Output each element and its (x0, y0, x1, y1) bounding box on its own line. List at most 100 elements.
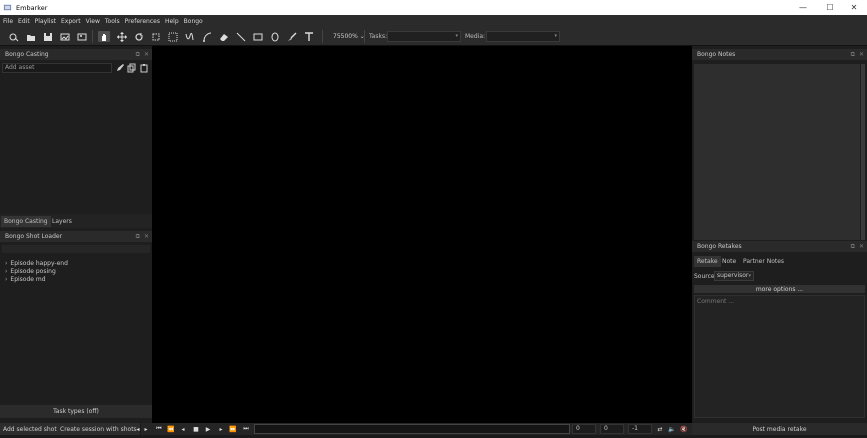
curve-tool-icon[interactable] (201, 31, 213, 42)
media-dropdown[interactable]: ▾ (486, 31, 560, 42)
mute-icon[interactable]: 🔇 (679, 424, 689, 434)
close-icon[interactable]: ✕ (859, 243, 864, 251)
task-types-label: Task types (off) (53, 408, 99, 415)
float-icon[interactable]: ⧉ (851, 51, 855, 59)
chevron-right-icon: › (5, 268, 8, 275)
add-selected-shots-button[interactable]: Add selected shots (0, 423, 64, 435)
copy-icon[interactable] (126, 62, 138, 73)
shot-loader-filter[interactable] (2, 245, 150, 253)
menu-view[interactable]: View (86, 18, 100, 25)
freehand-tool-icon[interactable] (184, 31, 196, 42)
hand-tool-icon[interactable] (98, 31, 110, 42)
title-bar: Embarker — ☐ ✕ (0, 0, 867, 15)
volume-icon[interactable]: 🔈 (667, 424, 677, 434)
menu-tools[interactable]: Tools (105, 18, 120, 25)
close-button[interactable]: ✕ (841, 0, 867, 15)
line-tool-icon[interactable] (235, 31, 247, 42)
menu-file[interactable]: File (3, 18, 13, 25)
tree-item-episode[interactable]: › Episode happy-end (5, 260, 68, 267)
next-key-icon[interactable]: ⏩ (228, 424, 238, 434)
retakes-panel-header: Bongo Retakes ⧉ ✕ (692, 241, 867, 252)
tree-item-episode[interactable]: › Episode md (5, 276, 46, 283)
edit-icon[interactable] (114, 62, 126, 73)
source-dropdown[interactable]: supervisor ▾ (714, 271, 754, 281)
end-frame-value: -1 (632, 425, 638, 432)
episode-label: Episode posing (10, 268, 56, 275)
close-icon[interactable]: ✕ (144, 233, 149, 241)
menu-playlist[interactable]: Playlist (35, 18, 56, 25)
menu-help[interactable]: Help (165, 18, 179, 25)
comment-textarea[interactable]: Comment ... (694, 295, 865, 418)
toolbar-separator (92, 30, 93, 43)
rectangle-tool-icon[interactable] (252, 31, 264, 42)
chevron-right-icon: › (5, 260, 8, 267)
eraser-icon[interactable] (218, 31, 230, 42)
task-types-toggle[interactable]: Task types (off) (0, 405, 152, 418)
move-tool-icon[interactable] (116, 31, 128, 42)
gallery-icon[interactable] (76, 31, 88, 42)
media-viewer[interactable] (152, 46, 692, 423)
current-frame-value: 0 (604, 425, 608, 432)
play-icon[interactable]: ▶ (203, 424, 213, 434)
comment-placeholder: Comment ... (697, 298, 735, 305)
save-icon[interactable] (42, 31, 54, 42)
post-media-retake-label: Post media retake (752, 425, 807, 433)
loop-icon[interactable]: ⇄ (655, 424, 665, 434)
close-icon[interactable]: ✕ (144, 51, 149, 59)
post-media-retake-button[interactable]: Post media retake (692, 423, 867, 435)
current-frame-field[interactable]: 0 (600, 424, 624, 434)
next-frame-icon[interactable]: ▸ (216, 424, 226, 434)
prev-key-icon[interactable]: ⏪ (166, 424, 176, 434)
menu-preferences[interactable]: Preferences (125, 18, 160, 25)
crop-tool-icon[interactable] (150, 31, 162, 42)
image-icon[interactable] (59, 31, 71, 42)
tab-bongo-casting[interactable]: Bongo Casting (1, 216, 51, 227)
tab-bongo-casting-label: Bongo Casting (4, 218, 48, 225)
chevron-down-icon: ▾ (554, 33, 557, 39)
go-last-icon[interactable]: ⏭ (241, 424, 251, 434)
float-icon[interactable]: ⧉ (136, 233, 140, 241)
menu-export[interactable]: Export (61, 18, 81, 25)
episode-label: Episode md (10, 276, 46, 283)
text-tool-icon[interactable] (303, 31, 315, 42)
more-options-button[interactable]: more options ... (694, 285, 865, 293)
float-icon[interactable]: ⧉ (851, 243, 855, 251)
zoom-level[interactable]: 75500% ⌄ (333, 33, 365, 40)
close-icon[interactable]: ✕ (859, 51, 864, 59)
new-icon[interactable] (8, 31, 20, 42)
add-asset-input[interactable]: Add asset (2, 63, 112, 73)
tab-layers[interactable]: Layers (49, 216, 75, 227)
rotate-tool-icon[interactable] (133, 31, 145, 42)
open-folder-icon[interactable] (25, 31, 37, 42)
end-frame-field[interactable]: -1 (628, 424, 652, 434)
left-tab-bar: Bongo Casting Layers (0, 214, 152, 228)
menu-edit[interactable]: Edit (18, 18, 30, 25)
ellipse-tool-icon[interactable] (269, 31, 281, 42)
shot-loader-header: Bongo Shot Loader ⧉ ✕ (0, 231, 152, 242)
stop-icon[interactable]: ■ (191, 424, 201, 434)
maximize-button[interactable]: ☐ (817, 0, 843, 15)
notes-scrollbar[interactable] (861, 64, 865, 240)
menu-bongo[interactable]: Bongo (184, 18, 203, 25)
tree-item-episode[interactable]: › Episode posing (5, 268, 56, 275)
paste-icon[interactable] (138, 62, 150, 73)
start-frame-field[interactable]: 0 (572, 424, 596, 434)
brush-tool-icon[interactable] (286, 31, 298, 42)
create-session-button[interactable]: Create session with shots (57, 423, 141, 435)
prev-frame-icon[interactable]: ◂ (178, 424, 188, 434)
tab-partner-notes[interactable]: Partner Notes (740, 256, 787, 267)
tasks-dropdown[interactable]: ▾ (387, 31, 461, 42)
retakes-panel-title: Bongo Retakes (697, 243, 742, 250)
tab-note[interactable]: Note (719, 256, 739, 267)
minimize-button[interactable]: — (790, 0, 816, 15)
go-first-icon[interactable]: ⏮ (154, 424, 164, 434)
tasks-label: Tasks: (369, 33, 388, 40)
notes-area[interactable] (694, 64, 860, 240)
chevron-down-icon: ▾ (748, 273, 751, 279)
tab-retake[interactable]: Retake (694, 256, 721, 267)
menu-bar: File Edit Playlist Export View Tools Pre… (0, 15, 867, 27)
timeline-scrubber[interactable] (254, 424, 570, 434)
select-rect-icon[interactable] (167, 31, 179, 42)
float-icon[interactable]: ⧉ (136, 51, 140, 59)
arrow-right-icon[interactable]: ▸ (141, 424, 151, 434)
